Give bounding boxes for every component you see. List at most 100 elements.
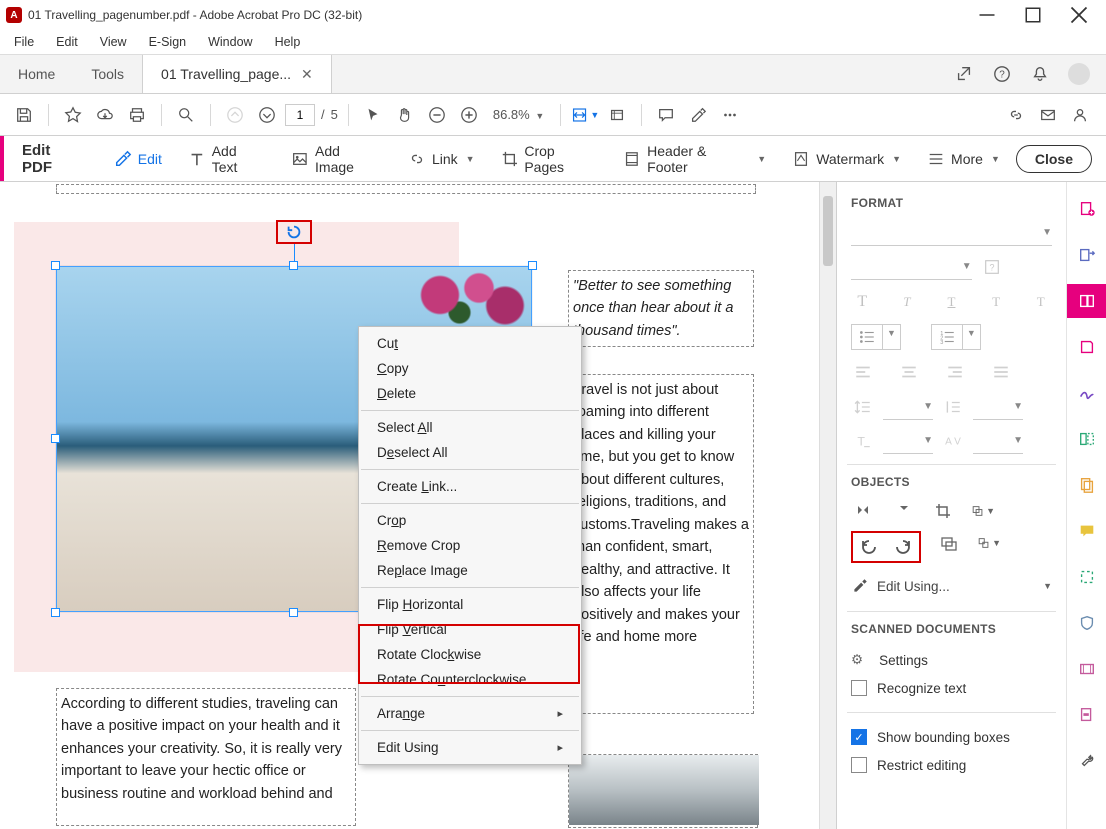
edit-button[interactable]: Edit [104,146,172,172]
resize-handle[interactable] [289,608,298,617]
share-icon[interactable] [954,64,974,84]
image-box-outline[interactable] [568,754,758,828]
rail-export-icon[interactable] [1067,238,1106,272]
text-box-paragraph[interactable]: Travel is not just about roaming into di… [568,374,754,714]
restrict-editing-checkbox[interactable]: Restrict editing [851,751,1052,779]
resize-handle[interactable] [528,261,537,270]
recognize-text-row[interactable]: Recognize text [851,674,1052,702]
tab-document[interactable]: 01 Travelling_page... ✕ [142,55,332,93]
window-maximize[interactable] [1010,0,1056,30]
align-center-icon[interactable] [897,360,921,384]
cm-rotate-counterclockwise[interactable]: Rotate Counterclockwise [359,667,581,692]
link-tool-icon[interactable] [1002,101,1030,129]
line-spacing-value[interactable]: ▼ [883,394,933,420]
arrange-icon[interactable]: ▼ [971,499,995,523]
more-tools-icon[interactable] [716,101,744,129]
save-icon[interactable] [10,101,38,129]
menu-view[interactable]: View [90,33,137,51]
crop-icon[interactable] [931,499,955,523]
zoom-out-icon[interactable] [423,101,451,129]
rail-more-tools-icon[interactable] [1067,744,1106,778]
tab-tools[interactable]: Tools [73,55,142,93]
rail-sign-icon[interactable] [1067,376,1106,410]
bell-icon[interactable] [1030,64,1050,84]
line-spacing-icon[interactable] [851,395,875,419]
resize-handle[interactable] [51,434,60,443]
header-footer-button[interactable]: Header & Footer▼ [613,139,776,179]
rotate-cw-icon[interactable] [891,535,915,559]
resize-handle[interactable] [51,608,60,617]
rotate-handle[interactable] [276,220,312,244]
cm-arrange[interactable]: Arrange [359,701,581,726]
rail-create-pdf-icon[interactable] [1067,192,1106,226]
char-spacing-value[interactable]: ▼ [973,428,1023,454]
cm-delete[interactable]: Delete [359,381,581,406]
cm-flip-vertical[interactable]: Flip Vertical [359,617,581,642]
highlight-icon[interactable] [684,101,712,129]
cm-copy[interactable]: Copy [359,356,581,381]
close-edit-button[interactable]: Close [1016,145,1092,173]
rail-protect-icon[interactable] [1067,606,1106,640]
replace-image-icon[interactable] [937,531,961,555]
menu-esign[interactable]: E-Sign [139,33,197,51]
align-objects-icon[interactable]: ▼ [977,531,1001,555]
rail-comment-icon[interactable] [1067,514,1106,548]
cm-rotate-clockwise[interactable]: Rotate Clockwise [359,642,581,667]
comment-icon[interactable] [652,101,680,129]
menu-edit[interactable]: Edit [46,33,88,51]
subscript-icon[interactable]: T [1029,290,1052,314]
underline-icon[interactable]: T [940,290,963,314]
mail-icon[interactable] [1034,101,1062,129]
scrollbar-vertical[interactable] [819,182,836,829]
star-icon[interactable] [59,101,87,129]
align-left-icon[interactable] [851,360,875,384]
bold-icon[interactable]: T [851,290,874,314]
zoom-in-icon[interactable] [455,101,483,129]
align-right-icon[interactable] [943,360,967,384]
show-bounding-checkbox[interactable]: ✓Show bounding boxes [851,723,1052,751]
resize-handle[interactable] [51,261,60,270]
fit-width-icon[interactable]: ▼ [571,101,599,129]
rail-combine-icon[interactable] [1067,468,1106,502]
zoom-level[interactable]: 86.8% ▼ [487,107,550,122]
print-icon[interactable] [123,101,151,129]
char-spacing-icon[interactable]: AV [941,429,965,453]
pointer-icon[interactable] [359,101,387,129]
horizontal-scale-icon[interactable]: T [851,429,875,453]
zoom-find-icon[interactable] [172,101,200,129]
edit-using-dropdown[interactable]: Edit Using... ▼ [851,571,1052,601]
text-box-quote[interactable]: "Better to see something once than hear … [568,270,754,347]
window-minimize[interactable] [964,0,1010,30]
number-list-button[interactable]: 123▼ [931,324,981,350]
rail-edit-pdf-icon[interactable] [1067,284,1106,318]
watermark-button[interactable]: Watermark▼ [782,146,911,172]
italic-icon[interactable]: T [896,290,919,314]
cm-remove-crop[interactable]: Remove Crop [359,533,581,558]
page-down-icon[interactable] [253,101,281,129]
rail-save-icon[interactable] [1067,330,1106,364]
page-up-icon[interactable] [221,101,249,129]
rail-scan-icon[interactable] [1067,560,1106,594]
cm-create-link[interactable]: Create Link... [359,474,581,499]
rail-redact-icon[interactable] [1067,698,1106,732]
flip-vertical-icon[interactable] [851,499,875,523]
rail-organize-icon[interactable] [1067,422,1106,456]
add-text-button[interactable]: Add Text [178,139,275,179]
window-close[interactable] [1056,0,1102,30]
menu-help[interactable]: Help [265,33,311,51]
rail-media-icon[interactable] [1067,652,1106,686]
page-display-icon[interactable] [603,101,631,129]
font-family-dropdown[interactable]: ▼ [851,220,1052,246]
crop-pages-button[interactable]: Crop Pages [491,139,608,179]
page-number-input[interactable] [285,104,315,126]
link-button[interactable]: Link▼ [398,146,485,172]
text-box-bottom[interactable]: According to different studies, travelin… [56,688,356,826]
help-icon[interactable]: ? [992,64,1012,84]
cm-cut[interactable]: Cut [359,331,581,356]
rotate-ccw-icon[interactable] [857,535,881,559]
color-picker[interactable]: ? [980,255,1004,279]
superscript-icon[interactable]: T [985,290,1008,314]
tab-home[interactable]: Home [0,55,73,93]
cm-edit-using[interactable]: Edit Using [359,735,581,760]
cm-crop[interactable]: Crop [359,508,581,533]
